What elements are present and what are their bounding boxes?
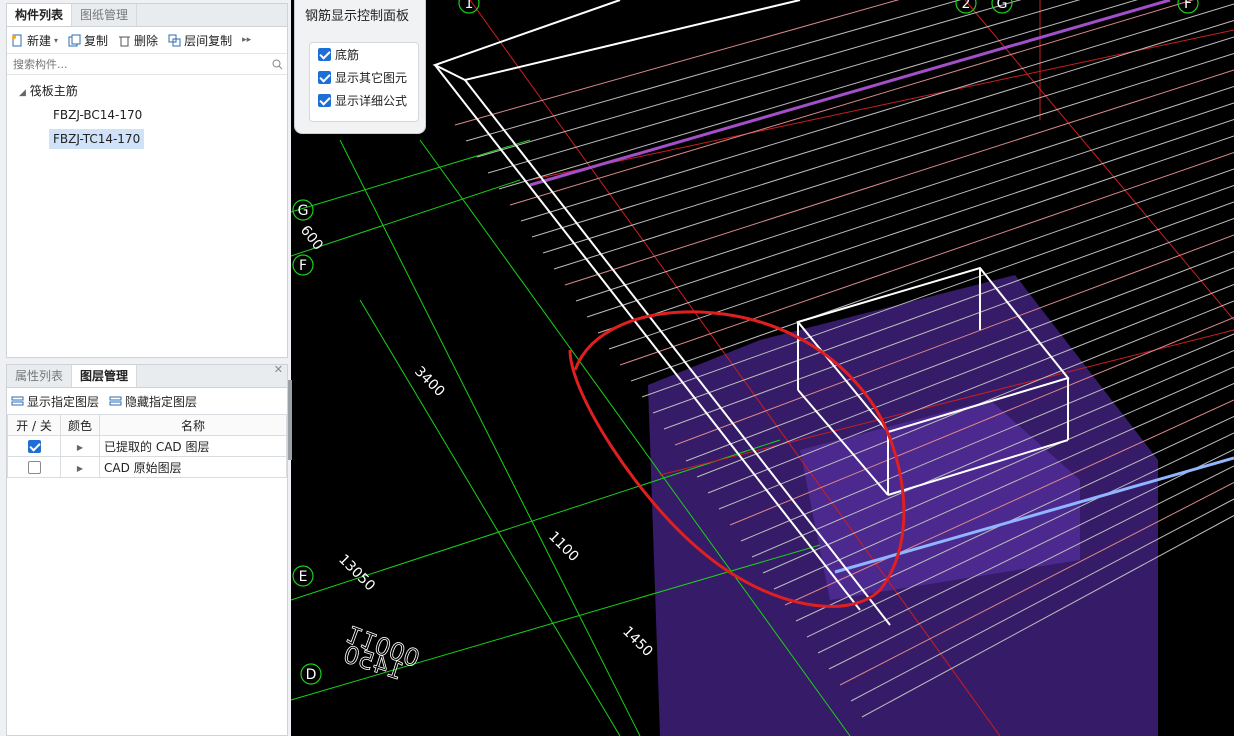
show-layer-button[interactable]: 显示指定图层 xyxy=(11,393,99,410)
column-header-toggle: 开 / 关 xyxy=(7,414,61,436)
axis-label-g: G xyxy=(298,203,309,219)
delete-label: 删除 xyxy=(134,33,159,48)
option-checkbox[interactable] xyxy=(318,71,331,84)
copy-button[interactable]: 复制 xyxy=(68,32,108,49)
tree-item[interactable]: FBZJ-BC14-170 xyxy=(7,103,287,127)
layer-toggle-checkbox[interactable] xyxy=(27,461,41,474)
option-show-formula[interactable]: 显示详细公式 xyxy=(310,89,418,112)
layer-table: 开 / 关 颜色 名称 ▶ 已提取的 CAD 图层 ▶ CAD 原始图层 xyxy=(7,414,287,478)
more-arrow-icon[interactable]: ▸▸ xyxy=(242,35,251,45)
table-row: ▶ CAD 原始图层 xyxy=(7,456,287,478)
option-bottom-rebar[interactable]: 底筋 xyxy=(310,43,418,66)
layer-tabs: 属性列表 图层管理 ✕ xyxy=(7,363,287,388)
copy-icon xyxy=(68,34,81,46)
axis-label-f-top: F xyxy=(1184,0,1192,12)
tab-property-list[interactable]: 属性列表 xyxy=(7,365,73,387)
control-options: 底筋 显示其它图元 显示详细公式 xyxy=(309,42,419,122)
component-search xyxy=(7,53,287,75)
hide-layer-button[interactable]: 隐藏指定图层 xyxy=(109,393,197,410)
search-icon[interactable] xyxy=(272,59,283,70)
component-search-input[interactable] xyxy=(11,56,272,72)
trash-icon xyxy=(119,36,131,46)
axis-label-d: D xyxy=(306,667,317,683)
component-list-panel: 构件列表 图纸管理 新建 ▾ 复制 删除 层间复制 ▸▸ 搜索构件... ◢ 筏… xyxy=(6,3,288,358)
option-checkbox[interactable] xyxy=(318,48,331,61)
tree-root-label: 筏板主筋 xyxy=(29,84,78,98)
floor-copy-button[interactable]: 层间复制 xyxy=(168,32,232,49)
copy-label: 复制 xyxy=(84,33,109,48)
component-toolbar: 新建 ▾ 复制 删除 层间复制 ▸▸ xyxy=(7,27,287,53)
tree-item-label-selected: FBZJ-TC14-170 xyxy=(49,129,145,149)
axis-label-1: 1 xyxy=(465,0,474,12)
expand-arrow-icon[interactable]: ▶ xyxy=(77,464,83,473)
option-label: 显示其它图元 xyxy=(335,71,408,85)
option-label: 底筋 xyxy=(335,48,360,62)
option-checkbox[interactable] xyxy=(318,94,331,107)
axis-label-2: 2 xyxy=(962,0,971,12)
control-panel-title: 钢筋显示控制面板 xyxy=(305,9,410,24)
option-show-other-elements[interactable]: 显示其它图元 xyxy=(310,66,418,89)
show-layer-label: 显示指定图层 xyxy=(27,394,100,409)
new-label: 新建 xyxy=(27,33,52,48)
layer-panel: 属性列表 图层管理 ✕ 显示指定图层 隐藏指定图层 开 / 关 颜色 名称 ▶ xyxy=(6,363,288,736)
layer-toolbar: 显示指定图层 隐藏指定图层 xyxy=(7,388,287,414)
floor-copy-icon xyxy=(168,34,181,46)
column-header-color: 颜色 xyxy=(60,414,100,436)
axis-label-g-top: G xyxy=(997,0,1008,12)
new-button[interactable]: 新建 ▾ xyxy=(11,32,58,49)
tree-item[interactable]: FBZJ-TC14-170 xyxy=(7,127,287,151)
floor-copy-label: 层间复制 xyxy=(184,33,233,48)
layers-icon xyxy=(109,396,122,405)
option-label: 显示详细公式 xyxy=(335,94,408,108)
left-sidebar: 构件列表 图纸管理 新建 ▾ 复制 删除 层间复制 ▸▸ 搜索构件... ◢ 筏… xyxy=(0,0,291,736)
table-row: ▶ 已提取的 CAD 图层 xyxy=(7,435,287,457)
tree-item-label: FBZJ-BC14-170 xyxy=(53,108,143,122)
dropdown-arrow-icon[interactable]: ▾ xyxy=(54,36,58,45)
collapse-arrow-icon[interactable]: ◢ xyxy=(19,88,26,98)
column-header-name: 名称 xyxy=(99,414,287,436)
component-tabs: 构件列表 图纸管理 xyxy=(7,4,287,27)
close-icon[interactable]: ✕ xyxy=(274,363,283,376)
expand-arrow-icon[interactable]: ▶ xyxy=(77,443,83,452)
layer-name: CAD 原始图层 xyxy=(99,456,287,478)
tab-drawing-management[interactable]: 图纸管理 xyxy=(72,4,138,26)
axis-label-f: F xyxy=(299,258,307,274)
delete-button[interactable]: 删除 xyxy=(118,32,158,49)
layer-toggle-checkbox[interactable] xyxy=(27,440,41,453)
tree-root[interactable]: ◢ 筏板主筋 xyxy=(7,79,287,103)
panel-splitter[interactable] xyxy=(288,380,292,460)
axis-label-e: E xyxy=(299,569,308,585)
hide-layer-label: 隐藏指定图层 xyxy=(125,394,198,409)
new-file-icon xyxy=(12,34,22,46)
layer-name: 已提取的 CAD 图层 xyxy=(99,435,287,457)
tab-layer-management[interactable]: 图层管理 xyxy=(72,365,138,387)
component-tree: ◢ 筏板主筋 FBZJ-BC14-170 FBZJ-TC14-170 xyxy=(7,75,287,155)
tab-component-list[interactable]: 构件列表 xyxy=(7,4,73,26)
layers-icon xyxy=(11,396,24,405)
rebar-control-panel: 钢筋显示控制面板 底筋 显示其它图元 显示详细公式 xyxy=(294,0,426,134)
